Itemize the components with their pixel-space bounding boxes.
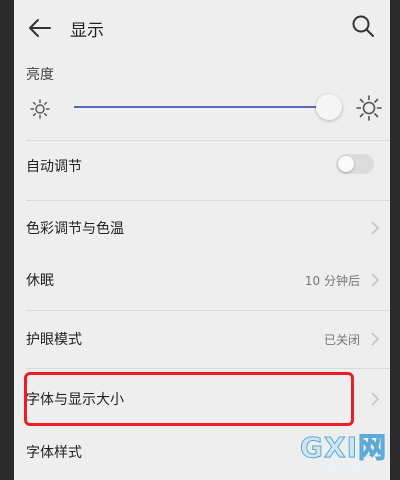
sun-large-icon — [356, 95, 382, 121]
title-bar: 显示 — [14, 0, 390, 56]
auto-adjust-label: 自动调节 — [26, 159, 82, 175]
list-item-value: 10 分钟后 — [304, 274, 360, 288]
search-icon[interactable] — [350, 13, 376, 39]
divider — [26, 368, 390, 369]
chevron-right-icon — [371, 392, 380, 406]
list-item-label: 色彩调节与色温 — [26, 221, 124, 237]
auto-adjust-toggle[interactable] — [336, 154, 374, 174]
page-title: 显示 — [70, 21, 104, 41]
brightness-slider-thumb[interactable] — [316, 94, 342, 120]
watermark-main: GXI网 — [300, 431, 387, 465]
list-item-color-temperature[interactable]: 色彩调节与色温 — [14, 201, 390, 253]
chevron-right-icon — [371, 221, 380, 235]
list-item-label: 护眼模式 — [26, 332, 82, 348]
list-item-label: 字体样式 — [26, 445, 82, 461]
chevron-right-icon — [371, 273, 380, 287]
arrow-left-icon[interactable] — [26, 14, 54, 42]
chevron-right-icon — [371, 332, 380, 346]
highlight-annotation-box — [24, 372, 354, 426]
list-item-eye-comfort[interactable]: 护眼模式 已关闭 — [14, 312, 390, 366]
brightness-slider-track[interactable] — [74, 106, 332, 108]
sun-small-icon — [30, 99, 50, 119]
brightness-label: 亮度 — [26, 67, 54, 83]
watermark-sub: system.com — [314, 462, 375, 473]
list-item-sleep[interactable]: 休眠 10 分钟后 — [14, 253, 390, 305]
list-item-value: 已关闭 — [323, 333, 360, 347]
divider — [26, 310, 390, 311]
auto-adjust-row: 自动调节 — [14, 140, 390, 190]
list-item-label: 休眠 — [26, 273, 54, 289]
toggle-knob — [338, 156, 354, 172]
settings-screen: 显示 亮度 自动调节 色彩调节与色温 休眠 10 分钟后 护眼模式 已关闭 字体… — [14, 0, 390, 480]
watermark-logo: GXI网 system.com — [300, 426, 396, 476]
